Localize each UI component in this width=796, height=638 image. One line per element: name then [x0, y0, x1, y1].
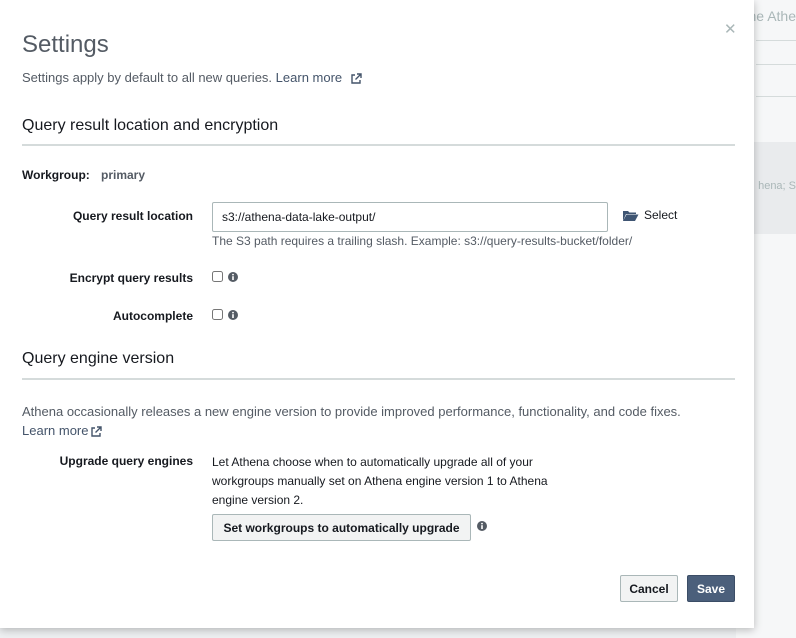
external-link-icon: [91, 425, 103, 437]
engine-section-header: Query engine version: [22, 350, 175, 367]
result-section-header: Query result location and encryption: [22, 117, 279, 134]
learn-more-label: Learn more: [275, 70, 343, 85]
background-divider: [756, 64, 796, 65]
background-title-fragment: ne Athe: [748, 8, 796, 24]
autocomplete-label: Autocomplete: [112, 309, 193, 323]
query-result-location-input[interactable]: [212, 202, 608, 232]
section-divider: [22, 144, 735, 146]
set-auto-upgrade-button[interactable]: Set workgroups to automatically upgrade: [212, 514, 471, 541]
autocomplete-checkbox[interactable]: [212, 309, 223, 320]
section-divider: [22, 378, 735, 380]
cancel-button[interactable]: Cancel: [620, 575, 678, 602]
engine-description-text: Athena occasionally releases a new engin…: [22, 404, 681, 419]
query-result-location-label: Query result location: [72, 209, 193, 223]
modal-subtitle: Settings apply by default to all new que…: [22, 70, 362, 85]
subtitle-text: Settings apply by default to all new que…: [22, 70, 273, 85]
learn-more-link[interactable]: Learn more: [276, 70, 362, 85]
folder-open-icon: [623, 210, 639, 221]
upgrade-description: Let Athena choose when to automatically …: [212, 455, 548, 507]
external-link-icon: [351, 72, 362, 84]
background-divider: [756, 96, 796, 97]
save-button[interactable]: Save: [687, 575, 735, 602]
learn-more-label: Learn more: [22, 423, 89, 438]
info-icon[interactable]: [228, 310, 238, 320]
info-icon[interactable]: [228, 272, 238, 282]
engine-description: Athena occasionally releases a new engin…: [22, 402, 742, 440]
workgroup-label: Workgroup:: [22, 168, 90, 182]
info-icon[interactable]: [477, 521, 487, 531]
s3-path-hint: The S3 path requires a trailing slash. E…: [212, 234, 633, 248]
close-icon[interactable]: ✕: [724, 20, 737, 38]
select-button[interactable]: Select: [622, 208, 677, 222]
background-divider: [756, 40, 796, 41]
background-text-fragment: hena; S: [758, 180, 796, 192]
upgrade-query-engines-label: Upgrade query engines: [59, 454, 193, 468]
encrypt-query-results-checkbox[interactable]: [212, 271, 223, 282]
engine-learn-more-link[interactable]: Learn more: [22, 423, 103, 438]
workgroup-value: primary: [101, 168, 146, 182]
encrypt-query-results-label: Encrypt query results: [69, 271, 193, 285]
select-label: Select: [644, 208, 678, 222]
settings-modal: ✕ Settings Settings apply by default to …: [0, 0, 754, 628]
modal-title: Settings: [22, 31, 109, 58]
